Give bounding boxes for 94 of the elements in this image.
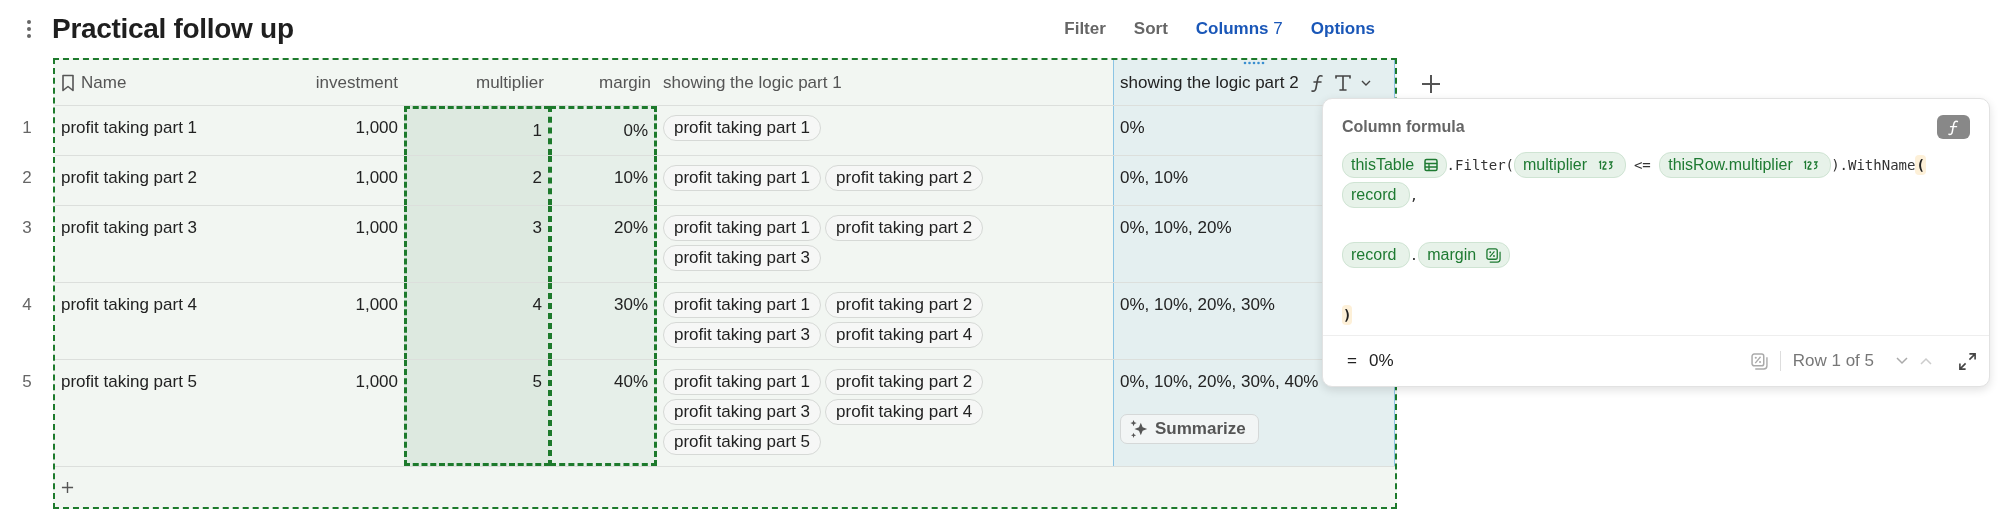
table-cell-text: profit taking part 3 xyxy=(60,217,199,239)
column-name: investment xyxy=(315,72,398,93)
cell-text: 0%, 10%, 20%, 30%, 40% xyxy=(1120,372,1319,392)
parenthesis: ( xyxy=(1915,155,1926,175)
sparkles-icon xyxy=(1129,419,1149,439)
column-name: Name xyxy=(81,72,127,93)
column-header[interactable]: multiplier xyxy=(404,60,550,105)
chevron-down-icon[interactable] xyxy=(1360,79,1371,86)
row-number: 5 xyxy=(21,371,33,392)
table-cell: 5 xyxy=(404,360,550,466)
linked-row-chip[interactable]: profit taking part 1 xyxy=(663,115,822,141)
formula-chip[interactable]: thisRow.multiplier xyxy=(1659,152,1832,178)
toolbar-link[interactable]: Columns 7 xyxy=(1183,15,1295,43)
column-name: showing the logic part 2 xyxy=(1120,72,1299,93)
add-row-icon[interactable] xyxy=(61,480,74,494)
table-cell-text: 1,000 xyxy=(354,294,399,316)
code-text: .Filter( xyxy=(1446,157,1515,173)
expand-icon[interactable] xyxy=(1958,351,1977,371)
table-cell: 0% xyxy=(550,106,657,155)
text-type-icon xyxy=(1333,73,1352,92)
table-cell-text: profit taking part 4 xyxy=(60,294,199,316)
linked-row-chip[interactable]: profit taking part 2 xyxy=(825,369,984,395)
table-icon xyxy=(1423,158,1438,172)
table-cell: 3 xyxy=(404,206,550,282)
cell-text: 0%, 10%, 20%, 30% xyxy=(1120,295,1275,315)
code-text: . xyxy=(1409,247,1419,263)
linked-row-chip[interactable]: profit taking part 2 xyxy=(825,165,984,191)
table-cell: 4 xyxy=(404,283,550,359)
linked-row-chip[interactable]: profit taking part 2 xyxy=(825,215,984,241)
cell-text: 0%, 10% xyxy=(1120,168,1189,188)
page-title: Practical follow up xyxy=(52,13,294,45)
row-position: Row 1 of 5 xyxy=(1792,351,1874,371)
formula-icon xyxy=(1310,72,1325,93)
table-cell-text: 1,000 xyxy=(354,167,399,189)
linked-row-chip[interactable]: profit taking part 1 xyxy=(663,369,822,395)
table-cell: 30% xyxy=(550,283,657,359)
formula-chip[interactable]: multiplier xyxy=(1514,152,1626,178)
parenthesis: ) xyxy=(1342,305,1353,325)
column-header[interactable]: showing the logic part 2 xyxy=(1113,60,1395,105)
table-cell-text: profit taking part 2 xyxy=(60,167,199,189)
toolbar-button[interactable]: Sort xyxy=(1121,15,1180,43)
bookmark-icon xyxy=(61,73,75,92)
panel-title: Column formula xyxy=(1342,118,1465,136)
linked-row-chip[interactable]: profit taking part 1 xyxy=(663,292,822,318)
linked-row-chip[interactable]: profit taking part 3 xyxy=(663,399,822,425)
add-column-icon[interactable] xyxy=(1421,74,1441,94)
table-cell-text: 1,000 xyxy=(354,217,399,239)
formula-icon xyxy=(1937,115,1970,139)
linked-row-chip[interactable]: profit taking part 4 xyxy=(825,399,984,425)
linked-row-chip[interactable]: profit taking part 4 xyxy=(825,322,984,348)
linked-row-chip[interactable]: profit taking part 5 xyxy=(663,429,822,455)
formula-chip[interactable]: margin xyxy=(1418,242,1510,268)
table-cell: 2 xyxy=(404,156,550,205)
summarize-button[interactable]: Summarize xyxy=(1120,414,1259,444)
linked-row-chip[interactable]: profit taking part 1 xyxy=(663,165,822,191)
row-number: 1 xyxy=(21,117,33,138)
column-header[interactable]: investment xyxy=(270,60,404,105)
percent-icon xyxy=(1750,352,1768,370)
more-options-icon[interactable] xyxy=(26,19,32,39)
column-name: margin xyxy=(599,72,651,93)
row-number: 2 xyxy=(21,167,33,188)
table-cell: 20% xyxy=(550,206,657,282)
formula-chip[interactable]: record xyxy=(1342,242,1410,268)
linked-row-chip[interactable]: profit taking part 3 xyxy=(663,245,822,271)
code-text: , xyxy=(1409,187,1419,203)
table-cell-text: 1,000 xyxy=(354,117,399,139)
result-equals: = xyxy=(1347,351,1357,371)
column-header[interactable]: margin xyxy=(550,60,657,105)
linked-row-chip[interactable]: profit taking part 3 xyxy=(663,322,822,348)
formula-chip[interactable]: record xyxy=(1342,182,1410,208)
table-cell: 1 xyxy=(404,106,550,155)
cell-text: 0%, 10%, 20% xyxy=(1120,218,1232,238)
toolbar-button[interactable]: Filter xyxy=(1052,15,1118,43)
row-number: 3 xyxy=(21,217,33,238)
code-text: <= xyxy=(1632,157,1652,173)
column-header[interactable]: showing the logic part 1 xyxy=(657,60,1113,105)
column-header[interactable]: Name xyxy=(55,60,270,105)
table-cell-text: 1,000 xyxy=(354,371,399,393)
table-cell: 40% xyxy=(550,360,657,466)
drag-handle-icon[interactable] xyxy=(1243,61,1265,65)
column-name: multiplier xyxy=(475,72,544,93)
result-value: 0% xyxy=(1368,351,1394,371)
table-cell-text: profit taking part 5 xyxy=(60,371,199,393)
table-cell: 10% xyxy=(550,156,657,205)
linked-row-chip[interactable]: profit taking part 2 xyxy=(825,292,984,318)
toolbar-link[interactable]: Options xyxy=(1298,15,1387,43)
formula-chip[interactable]: thisTable xyxy=(1342,152,1447,178)
cell-text: 0% xyxy=(1120,118,1145,138)
percent-icon xyxy=(1485,247,1501,263)
code-text: ).WithName xyxy=(1831,157,1916,173)
table-cell-text: profit taking part 1 xyxy=(60,117,199,139)
linked-row-chip[interactable]: profit taking part 1 xyxy=(663,215,822,241)
row-number: 4 xyxy=(21,294,33,315)
column-name: showing the logic part 1 xyxy=(663,72,842,93)
